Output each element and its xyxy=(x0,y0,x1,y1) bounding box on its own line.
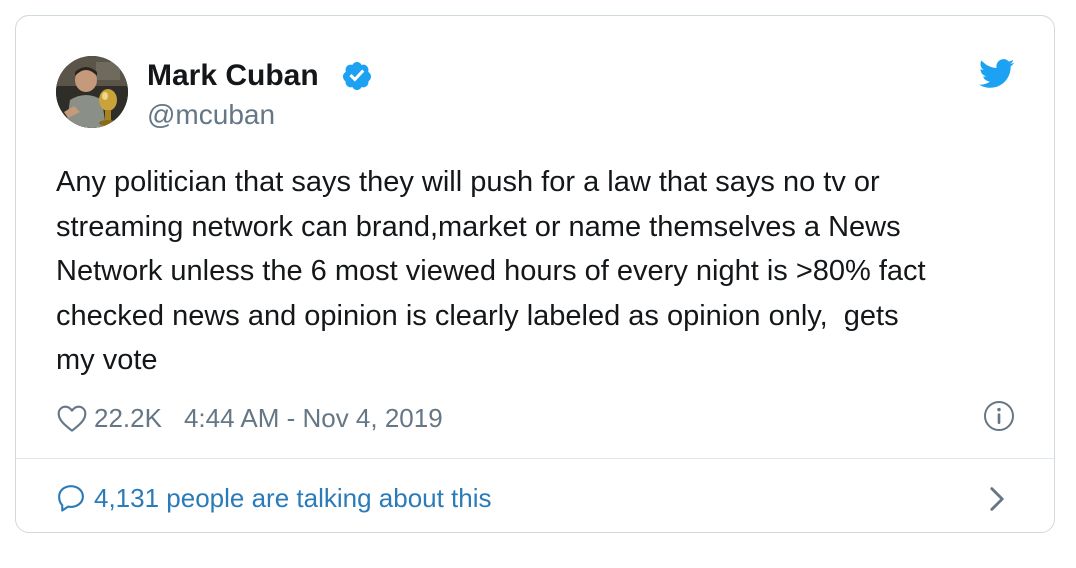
heart-icon[interactable] xyxy=(56,403,88,433)
chevron-right-icon[interactable] xyxy=(988,486,1006,512)
tweet-text: Any politician that says they will push … xyxy=(56,166,926,376)
verified-badge-icon xyxy=(342,62,371,90)
divider xyxy=(16,458,1054,459)
avatar[interactable] xyxy=(56,56,128,128)
like-count[interactable]: 22.2K xyxy=(94,403,162,434)
speech-bubble-icon xyxy=(58,485,84,512)
author-name[interactable]: Mark Cuban xyxy=(147,58,319,94)
twitter-bird-icon[interactable] xyxy=(979,59,1015,89)
tweet-timestamp[interactable]: 4:44 AM - Nov 4, 2019 xyxy=(184,403,443,434)
embedded-tweet-card: Mark Cuban @mcuban Any politician that s… xyxy=(15,15,1055,533)
author-handle[interactable]: @mcuban xyxy=(147,98,275,132)
avatar-image xyxy=(56,56,128,128)
tweet-meta-row: 22.2K 4:44 AM - Nov 4, 2019 xyxy=(56,398,443,438)
talking-about-label[interactable]: 4,131 people are talking about this xyxy=(94,483,492,514)
talking-about-link[interactable]: 4,131 people are talking about this xyxy=(56,478,492,518)
info-icon[interactable] xyxy=(983,400,1015,432)
